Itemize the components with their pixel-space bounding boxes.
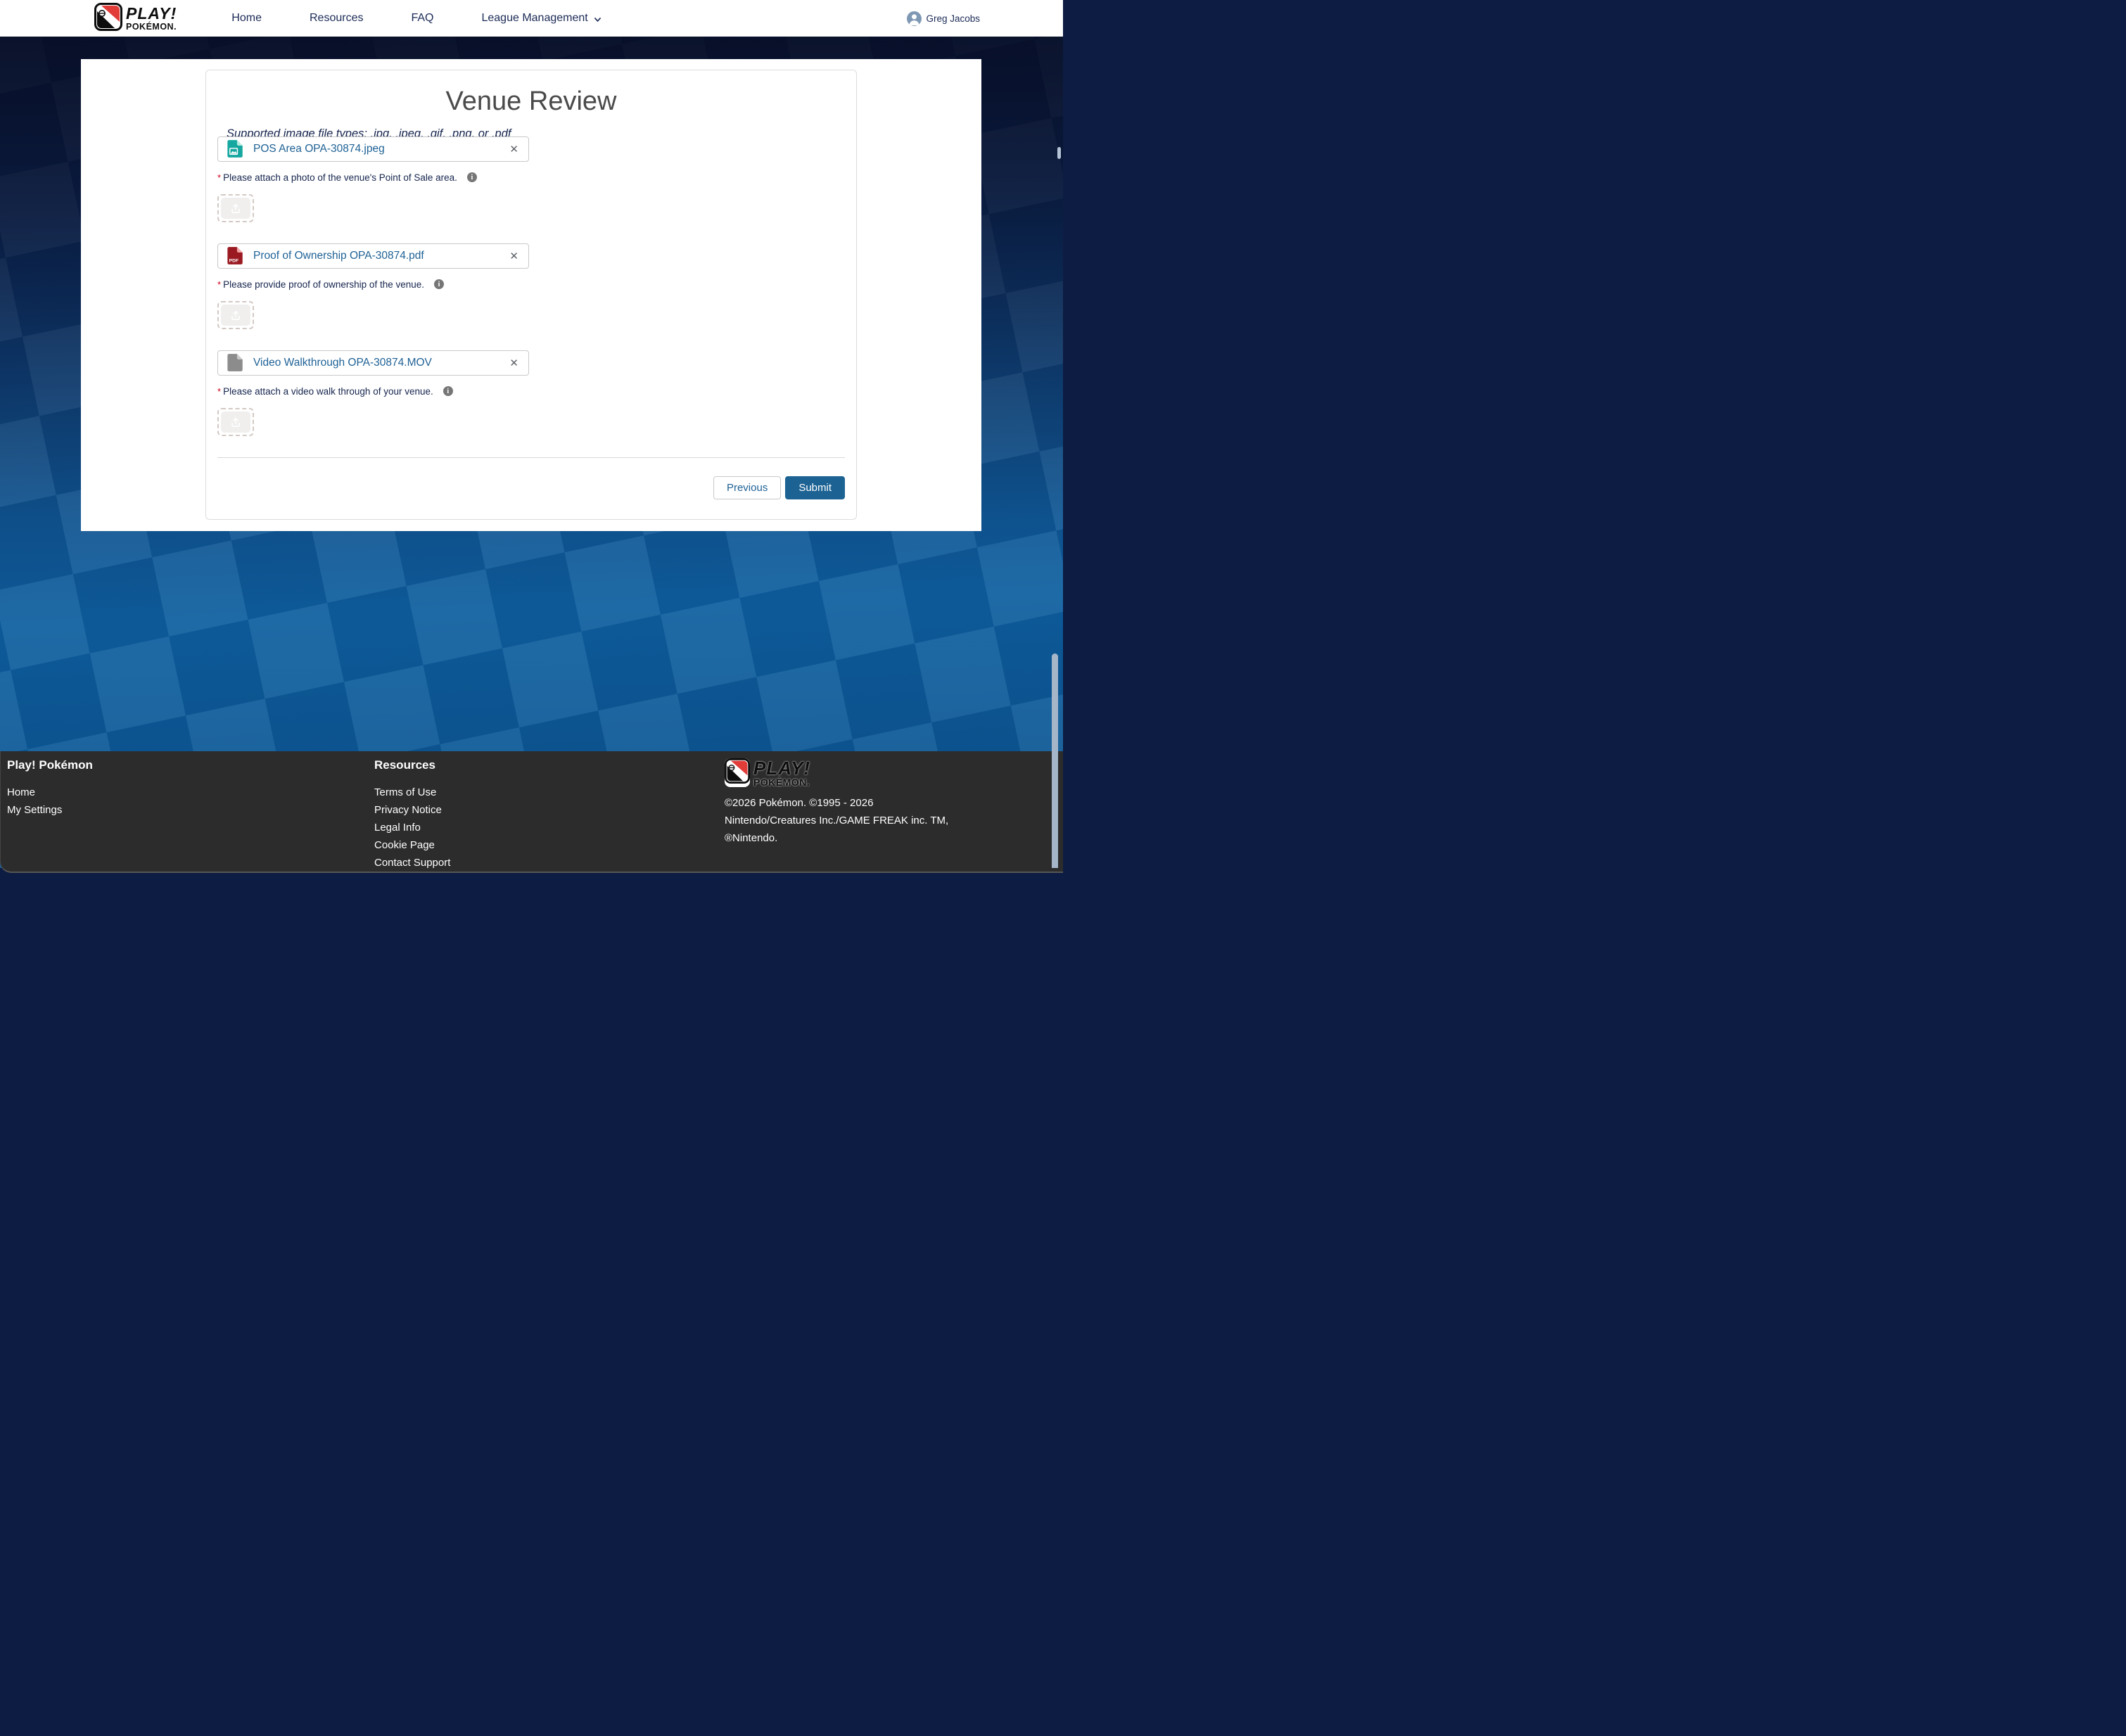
generic-file-icon [225, 353, 244, 372]
upload-group-proof-of-ownership: PDF Proof of Ownership OPA-30874.pdf * P… [217, 243, 845, 329]
page-footer: Play! Pokémon Home My Settings Resources… [0, 751, 1063, 868]
requirement-text: Please provide proof of ownership of the… [223, 279, 424, 290]
upload-icon [230, 416, 241, 428]
upload-group-video-walkthrough: Video Walkthrough OPA-30874.MOV * Please… [217, 350, 845, 436]
upload-icon [230, 309, 241, 321]
logo-play-text: PLAY! [126, 6, 177, 22]
requirement-text: Please attach a video walk through of yo… [223, 386, 433, 397]
nav-link-faq[interactable]: FAQ [387, 12, 457, 25]
footer-brand-column: Play! Pokémon Home My Settings [7, 758, 374, 872]
upload-button[interactable] [221, 305, 250, 326]
attached-file-row: PDF Proof of Ownership OPA-30874.pdf [217, 243, 529, 269]
top-navbar: PLAY! POKÉMON. Home Resources FAQ League… [0, 0, 1063, 37]
copyright-notice: ©2026 Pokémon. ©1995 - 2026 Nintendo/Cre… [725, 794, 1063, 847]
footer-play-pokemon-logo: PLAY! POKÉMON. [725, 758, 1063, 787]
attached-file-row: Video Walkthrough OPA-30874.MOV [217, 350, 529, 376]
chevron-down-icon [593, 15, 602, 24]
page-scrollbar-thumb[interactable] [1057, 147, 1061, 159]
file-link[interactable]: POS Area OPA-30874.jpeg [253, 143, 385, 155]
image-file-icon [225, 139, 244, 158]
upload-requirement-label: * Please attach a video walk through of … [217, 386, 845, 397]
upload-dropzone[interactable] [217, 194, 254, 222]
venue-review-card: Venue Review Supported image file types:… [205, 70, 857, 520]
nav-link-league-management[interactable]: League Management [457, 12, 625, 25]
upload-requirement-label: * Please attach a photo of the venue's P… [217, 172, 845, 183]
remove-file-button[interactable] [507, 141, 521, 157]
user-menu[interactable]: Greg Jacobs [907, 11, 980, 26]
upload-dropzone[interactable] [217, 301, 254, 329]
footer-link-my-settings[interactable]: My Settings [7, 801, 374, 819]
copyright-line: ©2026 Pokémon. ©1995 - 2026 [725, 794, 1063, 812]
footer-brand-heading: Play! Pokémon [7, 758, 374, 772]
info-icon[interactable] [443, 386, 453, 396]
user-avatar-icon [907, 11, 922, 26]
footer-resources-column: Resources Terms of Use Privacy Notice Le… [374, 758, 725, 872]
svg-text:PDF: PDF [229, 259, 239, 264]
file-link[interactable]: Video Walkthrough OPA-30874.MOV [253, 357, 432, 369]
footer-link-privacy-notice[interactable]: Privacy Notice [374, 801, 725, 819]
upload-button[interactable] [221, 411, 250, 433]
copyright-line: Nintendo/Creatures Inc./GAME FREAK inc. … [725, 812, 1063, 829]
remove-file-button[interactable] [507, 248, 521, 264]
pdf-file-icon: PDF [225, 246, 244, 265]
footer-logo-wordmark: PLAY! POKÉMON. [753, 759, 810, 787]
info-icon[interactable] [434, 279, 444, 289]
requirement-text: Please attach a photo of the venue's Poi… [223, 172, 457, 183]
footer-legal-column: PLAY! POKÉMON. ©2026 Pokémon. ©1995 - 20… [725, 758, 1063, 872]
logo-wordmark: PLAY! POKÉMON. [126, 6, 177, 32]
upload-button[interactable] [221, 198, 250, 219]
upload-icon [230, 203, 241, 214]
footer-link-home[interactable]: Home [7, 784, 374, 801]
footer-link-legal-info[interactable]: Legal Info [374, 819, 725, 836]
footer-main: Play! Pokémon Home My Settings Resources… [0, 751, 1063, 873]
required-asterisk: * [217, 172, 221, 182]
upload-requirement-label: * Please provide proof of ownership of t… [217, 279, 845, 290]
form-divider [217, 457, 845, 458]
footer-resources-heading: Resources [374, 758, 725, 772]
logo-play-text: PLAY! [753, 759, 810, 777]
previous-button[interactable]: Previous [713, 476, 781, 499]
play-pokemon-badge-icon [94, 3, 122, 34]
required-asterisk: * [217, 386, 221, 396]
required-asterisk: * [217, 279, 221, 289]
attached-file-row: POS Area OPA-30874.jpeg [217, 136, 529, 162]
upload-group-pos-area: POS Area OPA-30874.jpeg * Please attach … [217, 136, 845, 222]
play-pokemon-badge-icon [725, 758, 750, 787]
content-scrollbar-thumb[interactable] [1052, 653, 1058, 868]
upload-dropzone[interactable] [217, 408, 254, 436]
info-icon[interactable] [467, 172, 477, 182]
logo-pokemon-text: POKÉMON. [753, 777, 810, 787]
play-pokemon-logo[interactable]: PLAY! POKÉMON. [94, 3, 177, 34]
submit-button[interactable]: Submit [785, 476, 845, 499]
nav-link-resources[interactable]: Resources [286, 12, 387, 25]
league-management-label: League Management [481, 12, 587, 25]
footer-link-contact-support[interactable]: Contact Support [374, 854, 725, 872]
remove-file-button[interactable] [507, 355, 521, 371]
form-actions: Previous Submit [217, 476, 845, 499]
file-link[interactable]: Proof of Ownership OPA-30874.pdf [253, 250, 424, 262]
footer-link-terms-of-use[interactable]: Terms of Use [374, 784, 725, 801]
nav-link-home[interactable]: Home [208, 12, 286, 25]
copyright-line: ®Nintendo. [725, 829, 1063, 847]
logo-pokemon-text: POKÉMON. [126, 23, 177, 32]
nav-links: Home Resources FAQ League Management [208, 12, 625, 25]
footer-link-cookie-page[interactable]: Cookie Page [374, 836, 725, 854]
page-title: Venue Review [217, 86, 845, 118]
user-name: Greg Jacobs [926, 13, 980, 24]
